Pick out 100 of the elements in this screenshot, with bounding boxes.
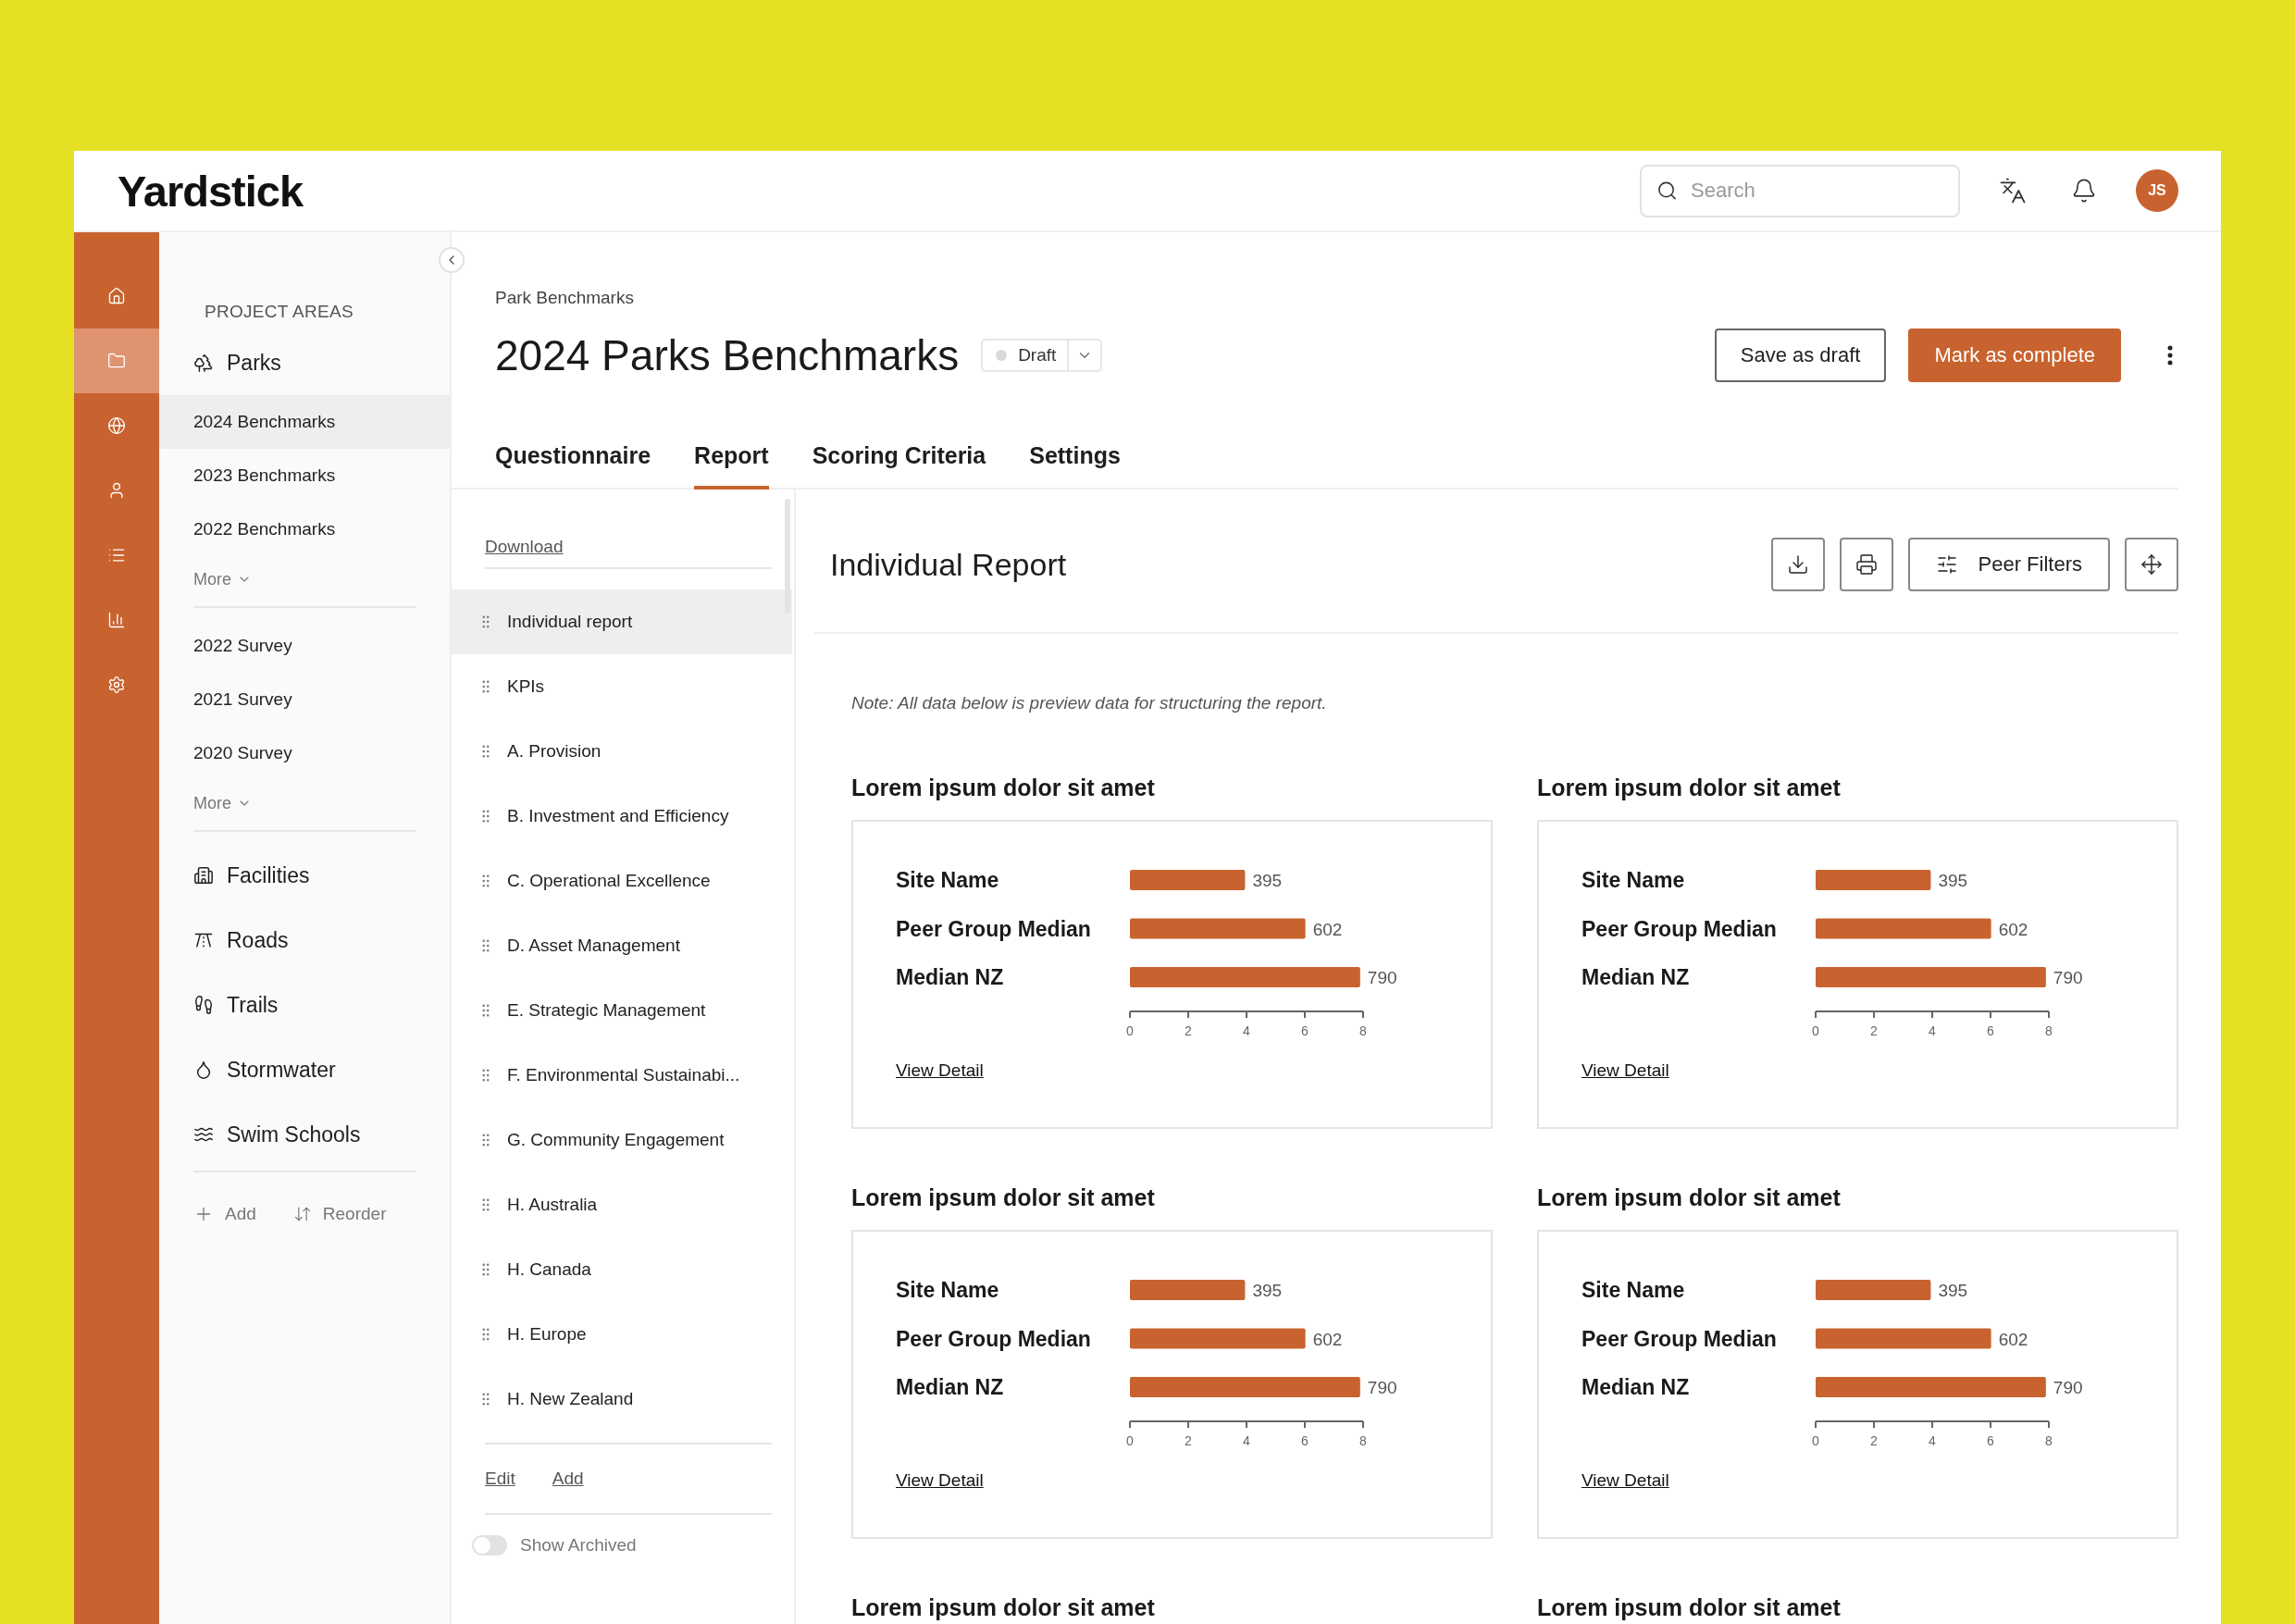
axis-label: 0 bbox=[1126, 1023, 1134, 1038]
building-icon bbox=[193, 865, 214, 886]
card-title: Lorem ipsum dolor sit amet bbox=[851, 1184, 1156, 1211]
report-section-item[interactable]: F. Environmental Sustainabi... bbox=[452, 1043, 792, 1108]
tab[interactable]: Settings bbox=[1029, 442, 1121, 490]
value-label: 790 bbox=[2053, 968, 2083, 987]
sliders-icon bbox=[1935, 553, 1958, 576]
area-item[interactable]: Swim Schools bbox=[159, 1102, 450, 1167]
axis-label: 4 bbox=[1243, 1023, 1250, 1038]
area-item[interactable]: Roads bbox=[159, 908, 450, 973]
report-section-item[interactable]: H. Europe bbox=[452, 1302, 792, 1367]
category-label: Median NZ bbox=[1582, 965, 1690, 989]
axis-label: 8 bbox=[2045, 1023, 2053, 1038]
trees-icon bbox=[193, 353, 214, 373]
category-label: Peer Group Median bbox=[1582, 1326, 1777, 1351]
expand-button[interactable] bbox=[2125, 538, 2178, 591]
save-draft-button[interactable]: Save as draft bbox=[1714, 329, 1887, 382]
view-detail-link[interactable]: View Detail bbox=[1582, 1060, 1669, 1081]
download-link[interactable]: Download bbox=[485, 537, 564, 557]
area-item[interactable]: Stormwater bbox=[159, 1037, 450, 1102]
card-title: Lorem ipsum dolor sit amet bbox=[1537, 775, 1842, 801]
tab[interactable]: Report bbox=[694, 442, 769, 490]
print-button[interactable] bbox=[1839, 538, 1893, 591]
tab[interactable]: Questionnaire bbox=[495, 442, 651, 490]
card-title: Lorem ipsum dolor sit amet bbox=[851, 775, 1156, 801]
archived-toggle[interactable] bbox=[472, 1535, 507, 1556]
globe-icon bbox=[107, 416, 126, 435]
value-label: 790 bbox=[2053, 1378, 2083, 1397]
axis-label: 4 bbox=[1929, 1433, 1936, 1448]
report-section-item[interactable]: B. Investment and Efficiency bbox=[452, 784, 792, 849]
reorder-button[interactable]: Reorder bbox=[292, 1204, 387, 1224]
settings-icon bbox=[107, 676, 126, 694]
report-section-item[interactable]: E. Strategic Management bbox=[452, 978, 792, 1043]
user-avatar[interactable]: JS bbox=[2136, 169, 2178, 212]
category-label: Median NZ bbox=[896, 1375, 1004, 1399]
complete-button[interactable]: Mark as complete bbox=[1908, 329, 2121, 382]
view-detail-link[interactable]: View Detail bbox=[896, 1060, 984, 1081]
value-label: 790 bbox=[1367, 968, 1397, 987]
axis-label: 0 bbox=[1812, 1023, 1819, 1038]
breadcrumb[interactable]: Park Benchmarks bbox=[495, 288, 2178, 308]
report-section-item[interactable]: H. Canada bbox=[452, 1237, 792, 1302]
report-section-item[interactable]: KPIs bbox=[452, 654, 792, 719]
category-label: Site Name bbox=[1582, 1278, 1685, 1302]
home-icon bbox=[107, 287, 126, 305]
printer-icon bbox=[1855, 553, 1878, 576]
report-section-item[interactable]: G. Community Engagement bbox=[452, 1108, 792, 1172]
project-item[interactable]: 2022 Survey bbox=[159, 619, 450, 673]
project-item[interactable]: 2020 Survey bbox=[159, 726, 450, 780]
report-section-item[interactable]: D. Asset Management bbox=[452, 913, 792, 978]
axis-label: 6 bbox=[1987, 1023, 1994, 1038]
view-detail-link[interactable]: View Detail bbox=[896, 1470, 984, 1491]
card-title: Lorem ipsum dolor sit amet bbox=[1537, 1594, 1842, 1621]
report-title: Individual Report bbox=[830, 546, 1067, 583]
axis-label: 2 bbox=[1870, 1433, 1878, 1448]
category-label: Peer Group Median bbox=[896, 916, 1091, 941]
report-section-item[interactable]: C. Operational Excellence bbox=[452, 849, 792, 913]
project-item[interactable]: 2022 Benchmarks bbox=[159, 502, 450, 556]
report-section-item[interactable]: Individual report bbox=[452, 589, 792, 654]
category-label: Median NZ bbox=[896, 965, 1004, 989]
tab[interactable]: Scoring Criteria bbox=[812, 442, 986, 490]
edit-link[interactable]: Edit bbox=[485, 1469, 515, 1489]
more-button[interactable]: More bbox=[159, 556, 257, 602]
add-link[interactable]: Add bbox=[552, 1469, 584, 1489]
project-item[interactable]: 2024 Benchmarks bbox=[159, 395, 450, 449]
card-title: Lorem ipsum dolor sit amet bbox=[1537, 1184, 1842, 1211]
category-label: Median NZ bbox=[1582, 1375, 1690, 1399]
value-label: 602 bbox=[1312, 919, 1343, 939]
project-item[interactable]: 2023 Benchmarks bbox=[159, 449, 450, 502]
more-button[interactable]: More bbox=[159, 780, 257, 826]
category-label: Site Name bbox=[1582, 868, 1685, 892]
value-label: 395 bbox=[1252, 1281, 1283, 1300]
axis-label: 8 bbox=[2045, 1433, 2053, 1448]
value-label: 395 bbox=[1938, 1281, 1968, 1300]
peer-filters-button[interactable]: Peer Filters bbox=[1907, 538, 2110, 591]
report-section-item[interactable]: H. New Zealand bbox=[452, 1367, 792, 1432]
report-section-item[interactable]: H. Australia bbox=[452, 1172, 792, 1237]
area-item[interactable]: Trails bbox=[159, 973, 450, 1037]
area-item[interactable]: Parks bbox=[159, 330, 450, 395]
category-label: Site Name bbox=[896, 1278, 999, 1302]
area-item[interactable]: Facilities bbox=[159, 843, 450, 908]
category-label: Peer Group Median bbox=[1582, 916, 1777, 941]
sort-arrows-icon bbox=[292, 1205, 312, 1223]
status-dropdown[interactable]: Draft bbox=[981, 339, 1103, 372]
project-item[interactable]: 2021 Survey bbox=[159, 673, 450, 726]
logo[interactable]: Yardstick bbox=[118, 165, 304, 217]
section-heading: PROJECT AREAS bbox=[204, 301, 354, 323]
collapse-button[interactable] bbox=[439, 247, 465, 273]
axis-label: 0 bbox=[1126, 1433, 1134, 1448]
download-button[interactable] bbox=[1770, 538, 1825, 591]
axis-label: 8 bbox=[1359, 1023, 1367, 1038]
value-label: 602 bbox=[1312, 1329, 1343, 1349]
value-label: 790 bbox=[1367, 1378, 1397, 1397]
axis-label: 2 bbox=[1185, 1433, 1192, 1448]
search-field[interactable]: Search bbox=[1640, 164, 1960, 217]
view-detail-link[interactable]: View Detail bbox=[1582, 1470, 1669, 1491]
kebab-icon bbox=[2167, 345, 2173, 366]
scrollbar[interactable] bbox=[785, 499, 790, 614]
preview-note: Note: All data below is preview data for structuring the report. bbox=[851, 693, 1328, 713]
add-button[interactable]: Add bbox=[193, 1204, 256, 1224]
report-section-item[interactable]: A. Provision bbox=[452, 719, 792, 784]
